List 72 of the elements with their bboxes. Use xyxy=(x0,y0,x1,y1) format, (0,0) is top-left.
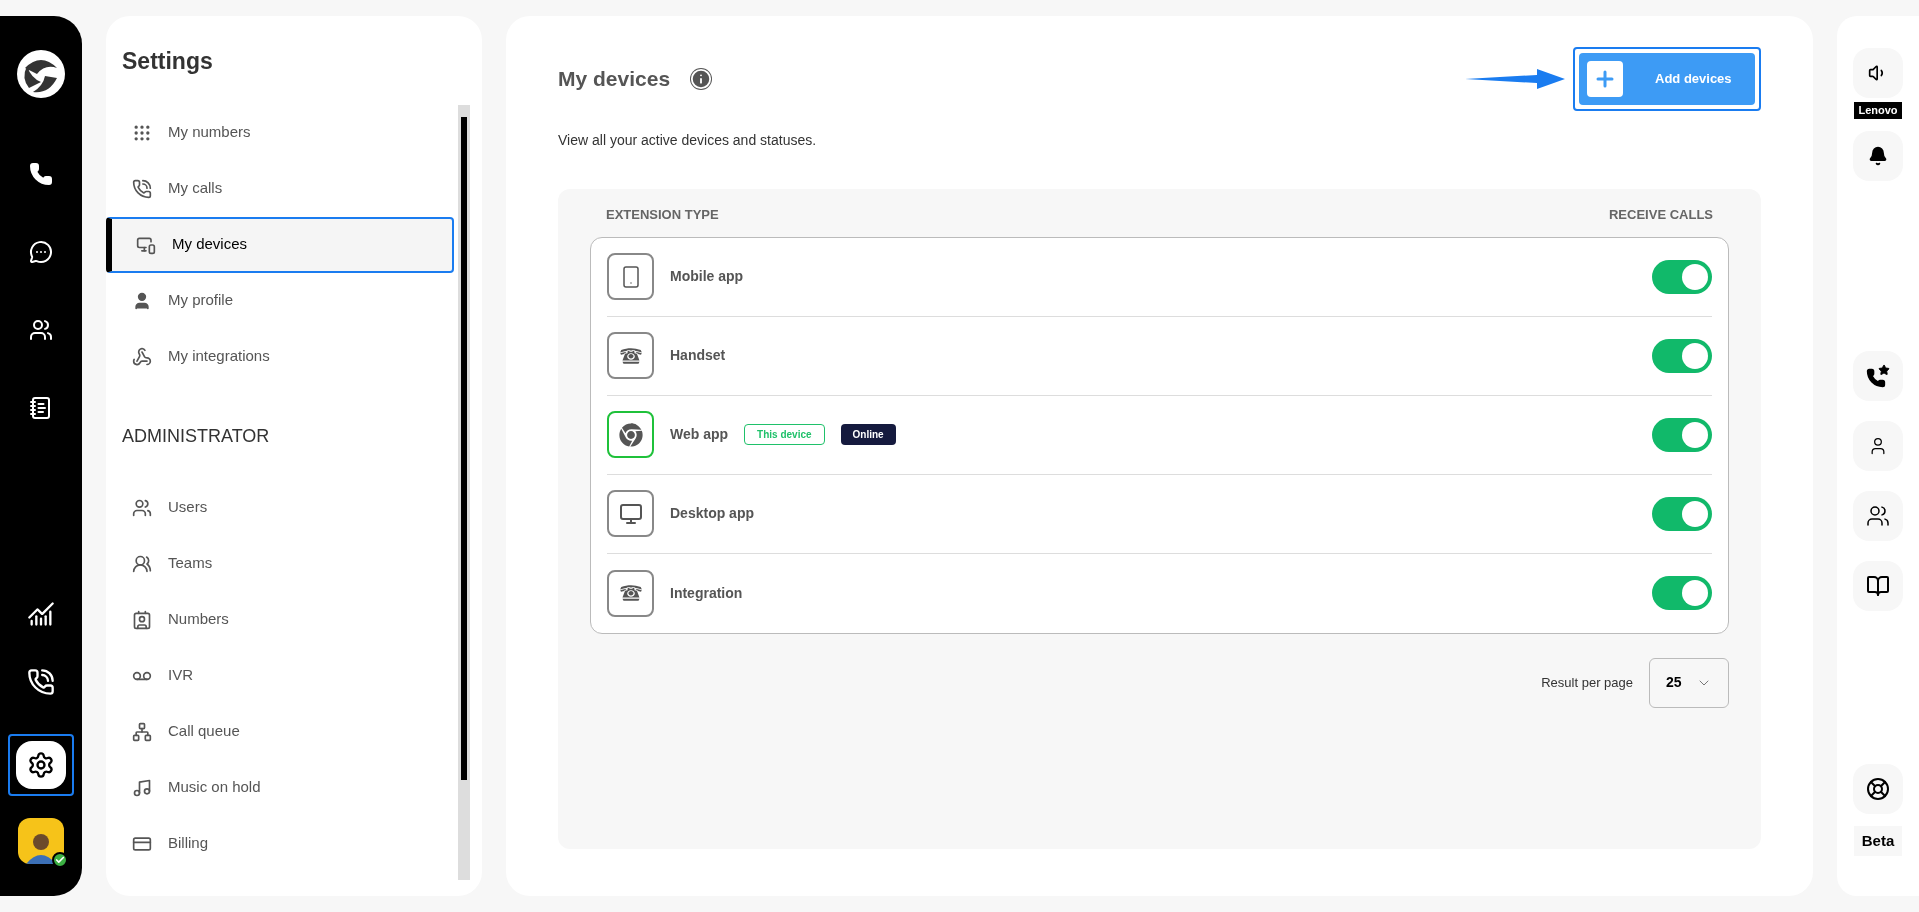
book-button[interactable] xyxy=(1853,560,1903,611)
group-icon xyxy=(1866,503,1890,528)
nav-item[interactable]: Numbers xyxy=(106,591,454,648)
device-name: Desktop app xyxy=(670,504,754,523)
device-label: Lenovo xyxy=(1854,102,1902,119)
page-title: My devices xyxy=(558,66,671,93)
per-page-label: Result per page xyxy=(1541,673,1633,692)
group-button[interactable] xyxy=(1853,490,1903,541)
favorites-button[interactable] xyxy=(1853,350,1903,401)
nav-item[interactable]: My calls xyxy=(106,160,454,217)
logo-icon xyxy=(15,48,67,100)
browser-icon xyxy=(618,422,643,447)
plus-icon xyxy=(1587,61,1623,97)
status-tag: This device xyxy=(744,424,825,445)
toggle-switch[interactable] xyxy=(1652,259,1712,294)
nav-item[interactable]: IVR xyxy=(106,647,454,704)
phone-star-icon xyxy=(1866,363,1890,388)
nav-item[interactable]: Users xyxy=(106,479,454,536)
toggle-switch[interactable] xyxy=(1652,338,1712,373)
music-icon xyxy=(132,777,152,798)
column-header: RECEIVE CALLS xyxy=(1609,206,1713,224)
contact-card-icon xyxy=(132,609,152,630)
rail-button[interactable] xyxy=(8,734,74,796)
status-tag: Online xyxy=(840,424,896,445)
speaker-button[interactable] xyxy=(1853,48,1903,98)
integration-icon xyxy=(132,346,152,367)
avatar[interactable] xyxy=(18,818,64,864)
toggle-switch[interactable] xyxy=(1652,576,1712,610)
nav-item[interactable]: Billing xyxy=(106,815,454,872)
nav-item[interactable]: Call queue xyxy=(106,703,454,760)
nav-item[interactable]: My profile xyxy=(106,272,454,329)
chat-icon xyxy=(29,240,53,264)
device-name: Mobile app xyxy=(670,267,744,286)
rail-button[interactable] xyxy=(25,666,57,698)
lifebuoy-icon xyxy=(1866,776,1890,801)
section-heading: ADMINISTRATOR xyxy=(121,424,271,448)
nav-item[interactable]: My numbers xyxy=(106,104,454,161)
monitor-icon xyxy=(618,501,643,526)
rail-button[interactable] xyxy=(27,160,55,188)
contacts-icon xyxy=(29,318,53,342)
notifications-button[interactable] xyxy=(1853,130,1903,181)
notepad-icon xyxy=(29,396,53,420)
users-icon xyxy=(132,497,152,518)
contact-button[interactable] xyxy=(1853,420,1903,471)
info-icon xyxy=(690,68,713,90)
team-icon xyxy=(132,553,152,574)
nav-item[interactable]: Music on hold xyxy=(106,759,454,816)
online-status-icon xyxy=(52,852,68,868)
nav-item[interactable]: My integrations xyxy=(106,328,454,385)
beta-label: Beta xyxy=(1853,825,1903,856)
person-icon xyxy=(132,290,152,311)
phone-activity-icon xyxy=(27,668,55,696)
per-page-select[interactable]: 25 xyxy=(1649,657,1729,708)
toggle-switch[interactable] xyxy=(1652,496,1712,531)
help-button[interactable] xyxy=(1853,763,1903,814)
column-header: EXTENSION TYPE xyxy=(606,206,719,224)
scrollbar[interactable] xyxy=(458,104,470,880)
book-icon xyxy=(1866,573,1890,598)
toggle-switch[interactable] xyxy=(1652,417,1712,452)
call-icon xyxy=(132,178,152,199)
nav-item[interactable]: My devices xyxy=(106,216,454,273)
device-name: Web app xyxy=(670,425,729,444)
device-name: Integration xyxy=(670,583,743,603)
settings-icon xyxy=(27,751,55,779)
nav-item[interactable]: Teams xyxy=(106,535,454,592)
panel-title: Settings xyxy=(121,47,214,76)
bell-icon xyxy=(1868,145,1888,166)
chart-icon xyxy=(27,600,55,628)
page-description: View all your active devices and statuses. xyxy=(558,131,818,150)
phone-icon xyxy=(29,162,53,186)
device-name: Handset xyxy=(670,346,726,365)
rail-button[interactable] xyxy=(27,238,55,266)
